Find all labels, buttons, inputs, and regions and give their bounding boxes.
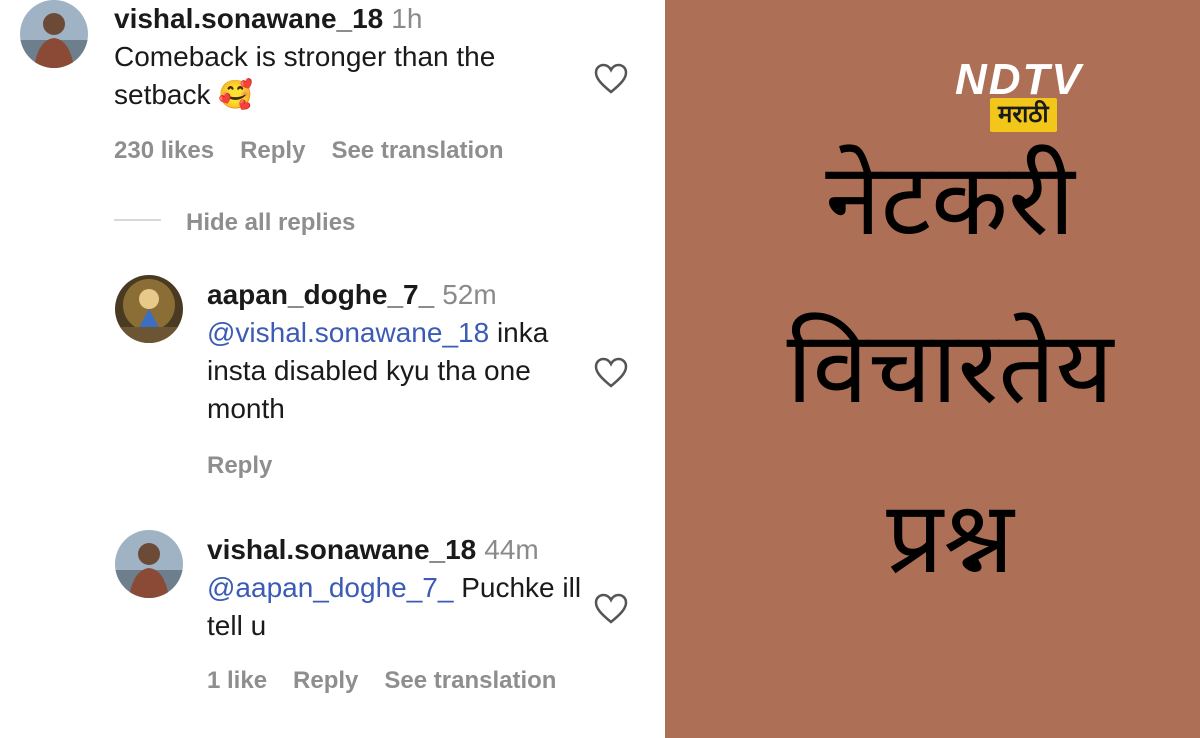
hide-replies-button[interactable]: Hide all replies [186, 209, 355, 237]
comment-username[interactable]: vishal.sonawane_18 [207, 534, 476, 565]
likes-count[interactable]: 1 like [207, 667, 267, 694]
comment-body: vishal.sonawane_18 1h Comeback is stronge… [114, 0, 584, 114]
mention-link[interactable]: @aapan_doghe_7_ [207, 572, 453, 603]
reply-button[interactable]: Reply [240, 137, 305, 164]
see-translation-link[interactable]: See translation [384, 667, 556, 694]
likes-count[interactable]: 230 likes [114, 137, 214, 164]
avatar[interactable] [20, 0, 88, 68]
reply-body: vishal.sonawane_18 44m @aapan_doghe_7_ Pu… [207, 531, 587, 645]
reply-body: aapan_doghe_7_ 52m @vishal.sonawane_18 in… [207, 276, 587, 428]
comment-username[interactable]: vishal.sonawane_18 [114, 3, 383, 34]
headline-line-2: विचारतेय [786, 309, 1114, 426]
heart-outline-icon[interactable] [594, 63, 628, 95]
reply-button[interactable]: Reply [207, 452, 272, 479]
comment-text: Comeback is stronger than the setback [114, 41, 496, 110]
comment-meta: Reply [207, 452, 298, 480]
ndtv-logo: NDTV [955, 58, 1083, 102]
smiling-hearts-emoji: 🥰 [218, 79, 254, 110]
comment-time: 44m [484, 534, 539, 565]
comments-panel: vishal.sonawane_18 1h Comeback is stronge… [0, 0, 665, 738]
heart-outline-icon[interactable] [594, 357, 628, 389]
avatar[interactable] [115, 275, 183, 343]
comment-meta: 1 like Reply See translation [207, 667, 582, 695]
avatar[interactable] [115, 530, 183, 598]
logo-brand: NDTV [955, 55, 1083, 104]
comment-meta: 230 likes Reply See translation [114, 137, 530, 165]
logo-sub-badge: मराठी [990, 98, 1057, 132]
see-translation-link[interactable]: See translation [331, 137, 503, 164]
headline-line-1: नेटकरी [825, 141, 1075, 258]
heart-outline-icon[interactable] [594, 593, 628, 625]
comment-time: 52m [442, 279, 497, 310]
comment-username[interactable]: aapan_doghe_7_ [207, 279, 434, 310]
mention-link[interactable]: @vishal.sonawane_18 [207, 317, 489, 348]
headline-line-3: प्रश्न [886, 479, 1014, 596]
divider [114, 219, 161, 221]
comment-time: 1h [391, 3, 423, 34]
reply-button[interactable]: Reply [293, 667, 358, 694]
